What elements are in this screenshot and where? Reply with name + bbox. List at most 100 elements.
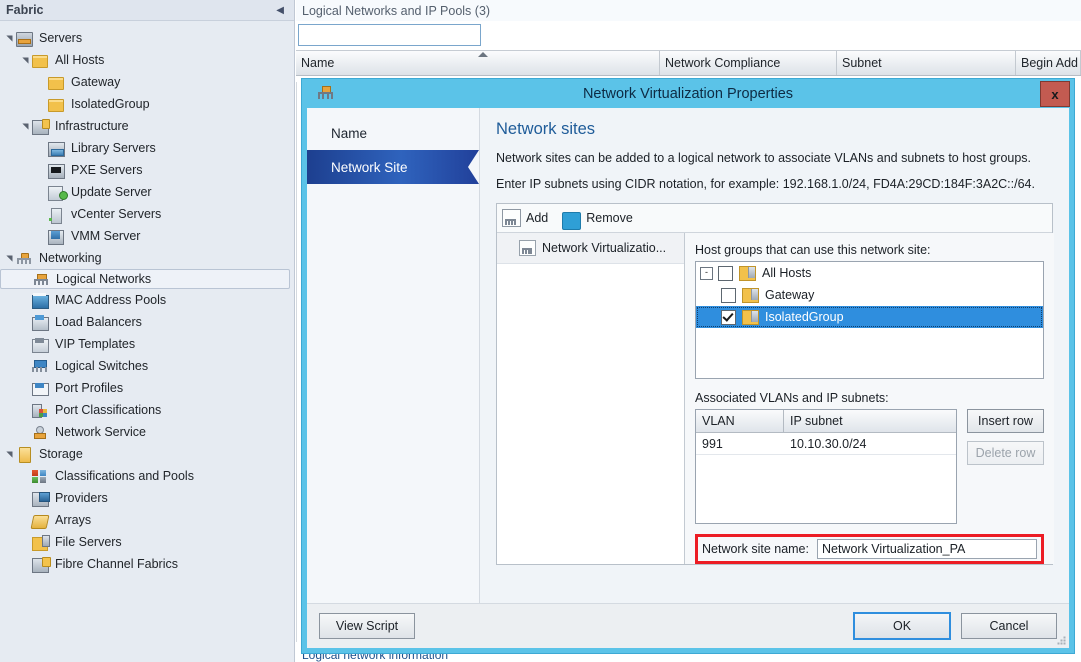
sidebar-item-library-servers[interactable]: Library Servers <box>0 137 294 159</box>
content-paragraph-2: Enter IP subnets using CIDR notation, fo… <box>496 177 1035 191</box>
sidebar-item-classifications-and-pools[interactable]: Classifications and Pools <box>0 465 294 487</box>
vlan-label: Associated VLANs and IP subnets: <box>695 391 889 405</box>
fibre-channel-fabrics-icon <box>32 556 50 573</box>
sidebar-item-port-classifications[interactable]: Port Classifications <box>0 399 294 421</box>
add-button[interactable]: Add <box>502 209 548 227</box>
expander-expanded-icon[interactable]: ◢ <box>21 53 30 67</box>
port-classifications-icon <box>32 402 50 418</box>
sidebar-item-label: Infrastructure <box>55 119 129 133</box>
host-group-folder-icon <box>742 309 759 325</box>
column-header-network-compliance[interactable]: Network Compliance <box>660 51 837 75</box>
add-button-label: Add <box>526 211 549 225</box>
expander-expanded-icon[interactable]: ◢ <box>21 119 30 133</box>
sidebar-item-label: vCenter Servers <box>71 207 162 221</box>
sidebar-item-label: Fibre Channel Fabrics <box>55 557 178 571</box>
sidebar-item-vip-templates[interactable]: VIP Templates <box>0 333 294 355</box>
dialog-content: Network sites Network sites can be added… <box>480 108 1069 603</box>
sidebar-item-vmm-server[interactable]: VMM Server <box>0 225 294 247</box>
remove-button[interactable]: Remove <box>562 207 633 230</box>
sidebar-item-pxe-servers[interactable]: PXE Servers <box>0 159 294 181</box>
chevron-left-icon[interactable]: ◀ <box>276 5 288 16</box>
host-group-row[interactable]: Gateway <box>696 284 1043 306</box>
expander-expanded-icon[interactable]: ◢ <box>5 31 14 45</box>
host-group-checkbox[interactable] <box>718 265 733 281</box>
sidebar-item-mac-address-pools[interactable]: MAC Address Pools <box>0 289 294 311</box>
sidebar-item-label: Arrays <box>55 513 92 527</box>
sidebar-item-infrastructure[interactable]: ◢ Infrastructure <box>0 115 294 137</box>
network-site-name-input[interactable] <box>816 539 1037 559</box>
site-list-item-label: Network Virtualizatio... <box>542 241 667 255</box>
nav-item-name-label: Name <box>331 125 368 141</box>
sidebar-item-update-server[interactable]: Update Server <box>0 181 294 203</box>
sidebar-item-logical-switches[interactable]: Logical Switches <box>0 355 294 377</box>
ip-subnet-column-header: IP subnet <box>790 414 843 428</box>
sidebar-item-label: Update Server <box>71 185 152 199</box>
view-script-button[interactable]: View Script <box>319 613 415 639</box>
sidebar-item-network-service[interactable]: Network Service <box>0 421 294 443</box>
sidebar-item-isolatedgroup[interactable]: IsolatedGroup <box>0 93 294 115</box>
sidebar-item-file-servers[interactable]: File Servers <box>0 531 294 553</box>
folder-icon <box>32 52 50 68</box>
vlan-table[interactable]: VLAN IP subnet 991 10.10.30.0/24 <box>695 409 957 524</box>
sidebar-item-storage[interactable]: ◢ Storage <box>0 443 294 465</box>
sidebar-item-vcenter-servers[interactable]: vCenter Servers <box>0 203 294 225</box>
vlan-buttons: Insert row Delete row <box>967 409 1044 524</box>
sidebar-item-gateway[interactable]: Gateway <box>0 71 294 93</box>
sidebar-item-fibre-channel-fabrics[interactable]: Fibre Channel Fabrics <box>0 553 294 575</box>
column-header-subnet[interactable]: Subnet <box>837 51 1016 75</box>
expander-expanded-icon[interactable]: ◢ <box>5 447 14 461</box>
sidebar-item-logical-networks[interactable]: Logical Networks <box>0 269 290 289</box>
sidebar-item-all-hosts[interactable]: ◢ All Hosts <box>0 49 294 71</box>
dialog-body: Name Network Site Network sites Network … <box>307 108 1069 648</box>
list-item[interactable]: Network Virtualizatio... <box>497 233 684 264</box>
insert-row-button[interactable]: Insert row <box>967 409 1044 433</box>
close-icon[interactable]: x <box>1040 81 1070 107</box>
host-groups-tree: - All Hosts Gateway IsolatedGroup <box>695 261 1044 379</box>
sidebar-item-label: IsolatedGroup <box>71 97 150 111</box>
sidebar-item-label: Providers <box>55 491 108 505</box>
library-servers-icon <box>48 140 66 157</box>
footer-actions: OK Cancel <box>853 612 1057 640</box>
pxe-servers-icon <box>48 162 66 179</box>
nav-item-name[interactable]: Name <box>307 116 479 150</box>
cancel-button[interactable]: Cancel <box>961 613 1057 639</box>
sidebar-item-label: Logical Switches <box>55 359 149 373</box>
sidebar-item-arrays[interactable]: Arrays <box>0 509 294 531</box>
ok-button[interactable]: OK <box>853 612 951 640</box>
vip-templates-icon <box>32 336 50 353</box>
sidebar-item-label: Storage <box>39 447 83 461</box>
nav-item-network-site[interactable]: Network Site <box>307 150 479 184</box>
column-header-name[interactable]: Name <box>296 51 660 75</box>
page-title: Logical Networks and IP Pools (3) <box>296 0 1081 21</box>
providers-icon <box>32 490 50 507</box>
sidebar-item-load-balancers[interactable]: Load Balancers <box>0 311 294 333</box>
expander-expanded-icon[interactable]: ◢ <box>5 251 14 265</box>
mac-address-pools-icon <box>32 292 50 309</box>
dialog-title-bar: Network Virtualization Properties x <box>302 79 1074 108</box>
expander-collapse-icon[interactable]: - <box>700 266 713 280</box>
search-input[interactable] <box>298 24 481 46</box>
grid-header: Name Network Compliance Subnet Begin Add <box>296 50 1081 76</box>
column-header-begin-add[interactable]: Begin Add <box>1016 51 1081 75</box>
host-group-checkbox[interactable] <box>721 287 736 303</box>
vlan-column-header: VLAN <box>696 410 784 432</box>
sidebar-item-label: VMM Server <box>71 229 141 243</box>
sidebar-item-networking[interactable]: ◢ Networking <box>0 247 294 269</box>
sidebar-item-providers[interactable]: Providers <box>0 487 294 509</box>
sidebar-item-servers[interactable]: ◢ Servers <box>0 27 294 49</box>
networking-icon <box>16 250 34 266</box>
host-group-row[interactable]: IsolatedGroup <box>696 306 1043 328</box>
host-group-row[interactable]: - All Hosts <box>696 262 1043 284</box>
sidebar-item-label: VIP Templates <box>55 337 136 351</box>
table-row[interactable]: 991 10.10.30.0/24 <box>696 433 956 455</box>
remove-icon <box>562 211 582 230</box>
host-group-checkbox[interactable] <box>721 309 736 325</box>
sidebar-item-label: Gateway <box>71 75 121 89</box>
resize-grip[interactable] <box>1057 636 1067 646</box>
sort-ascending-icon <box>477 52 488 57</box>
site-list: Network Virtualizatio... <box>497 233 685 564</box>
host-group-folder-icon <box>742 287 759 303</box>
dialog-title: Network Virtualization Properties <box>582 85 794 102</box>
delete-row-button: Delete row <box>967 441 1044 465</box>
sidebar-item-port-profiles[interactable]: Port Profiles <box>0 377 294 399</box>
